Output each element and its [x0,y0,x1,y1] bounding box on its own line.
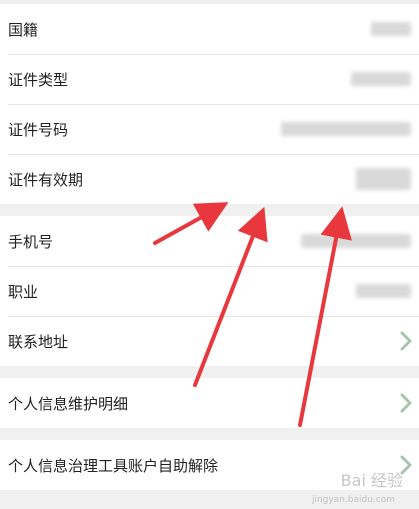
section-gap [0,204,419,216]
nationality-label: 国籍 [8,20,39,39]
occupation-row[interactable]: 职业 [0,266,419,316]
phone-label: 手机号 [8,232,54,251]
account-unbind-label: 个人信息治理工具账户自助解除 [8,456,219,475]
id-type-label: 证件类型 [8,70,69,89]
phone-row[interactable]: 手机号 [0,216,419,266]
nationality-value-blurred [371,22,411,36]
id-validity-value-blurred [356,168,411,190]
watermark-url: jingyan.baidu.com [311,495,395,505]
id-number-row[interactable]: 证件号码 [0,104,419,154]
contact-group: 手机号 职业 联系地址 [0,216,419,366]
chevron-right-icon [400,331,412,351]
id-number-value-blurred [281,122,411,136]
id-type-row[interactable]: 证件类型 [0,54,419,104]
address-label: 联系地址 [8,332,69,351]
watermark-logo: Bai 经验 [340,471,403,490]
id-validity-label: 证件有效期 [8,170,84,189]
id-validity-row[interactable]: 证件有效期 [0,154,419,204]
address-row[interactable]: 联系地址 [0,316,419,366]
section-gap-3 [0,428,419,440]
nationality-row[interactable]: 国籍 [0,4,419,54]
maintenance-group: 个人信息维护明细 [0,378,419,428]
id-number-label: 证件号码 [8,120,69,139]
maintenance-history-label: 个人信息维护明细 [8,394,129,413]
section-gap-2 [0,366,419,378]
id-type-value-blurred [351,72,411,86]
chevron-right-icon [400,393,412,413]
identity-group: 国籍 证件类型 证件号码 证件有效期 [0,4,419,204]
profile-settings-page: 国籍 证件类型 证件号码 证件有效期 手机号 职业 联系地址 个人信息维护明细 … [0,0,419,509]
occupation-value-blurred [356,284,411,298]
occupation-label: 职业 [8,282,39,301]
phone-value-blurred [301,234,411,248]
maintenance-history-row[interactable]: 个人信息维护明细 [0,378,419,428]
